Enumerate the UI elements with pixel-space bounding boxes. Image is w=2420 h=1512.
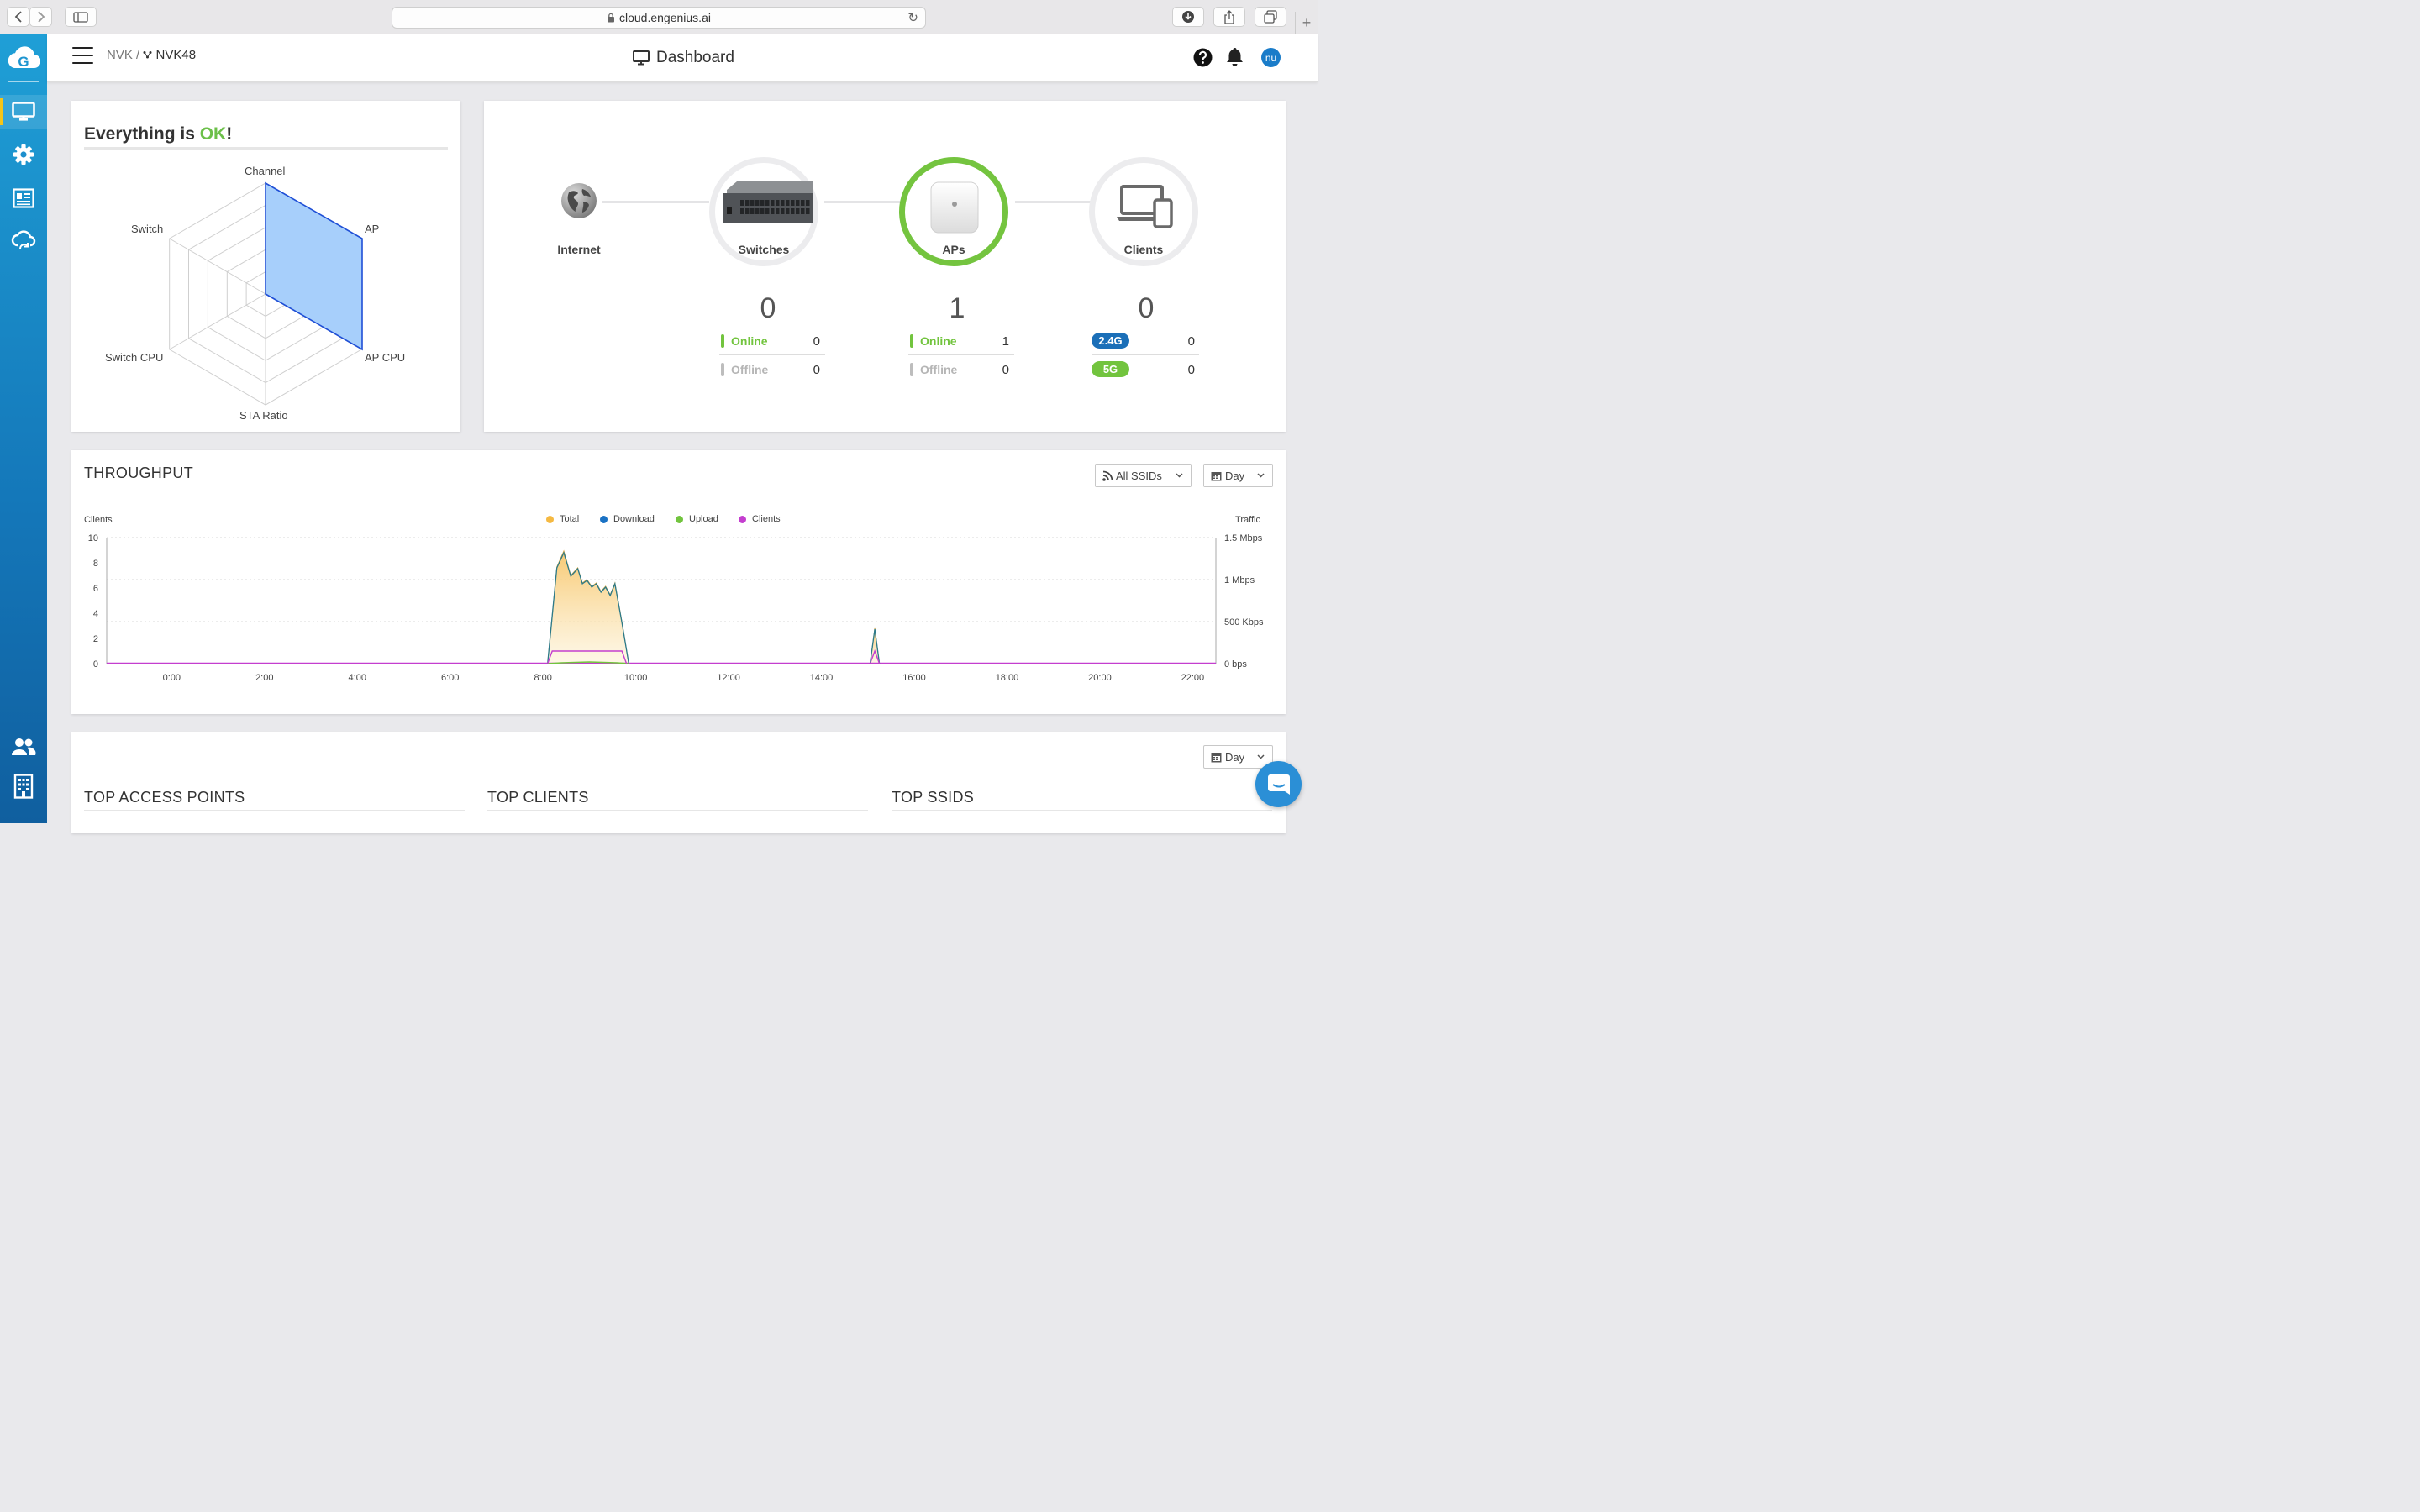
- legend-dot-upload: [676, 515, 683, 523]
- right-axis-title: Traffic: [1235, 515, 1260, 525]
- x-axis-tick-label: 10:00: [624, 673, 648, 683]
- right-axis-tick-label: 1.5 Mbps: [1224, 533, 1263, 543]
- chat-icon: [1267, 774, 1290, 795]
- x-axis-tick-label: 12:00: [717, 673, 740, 683]
- legend-dot-download: [600, 515, 608, 523]
- x-axis-tick-label: 2:00: [255, 673, 273, 683]
- x-axis-tick-label: 20:00: [1088, 673, 1112, 683]
- section-divider: [84, 810, 465, 811]
- legend-item-upload[interactable]: Upload: [676, 514, 718, 524]
- chat-support-button[interactable]: [1255, 761, 1302, 807]
- chevron-down-icon: [1257, 754, 1265, 759]
- x-axis-tick-label: 6:00: [441, 673, 459, 683]
- top-ssids-title: TOP SSIDS: [892, 789, 975, 806]
- section-divider: [892, 810, 1272, 811]
- legend-label-clients: Clients: [752, 514, 781, 524]
- sidebar-item-organization[interactable]: [0, 769, 47, 803]
- left-axis-tick-label: 4: [93, 609, 98, 619]
- left-axis-tick-label: 10: [88, 533, 98, 543]
- legend-item-download[interactable]: Download: [600, 514, 655, 524]
- legend-label-upload: Upload: [689, 514, 718, 524]
- left-axis-tick-label: 2: [93, 634, 98, 644]
- top-access-points-title: TOP ACCESS POINTS: [84, 789, 245, 806]
- left-axis-title: Clients: [84, 515, 113, 525]
- building-icon: [13, 774, 34, 799]
- left-axis-tick-label: 0: [93, 659, 98, 669]
- right-axis-tick-label: 500 Kbps: [1224, 617, 1264, 627]
- legend-item-total[interactable]: Total: [546, 514, 579, 524]
- top-lists-range-dropdown[interactable]: Day: [1203, 745, 1273, 769]
- top-clients-title: TOP CLIENTS: [487, 789, 589, 806]
- legend-dot-total: [546, 515, 554, 523]
- top-lists-range-value: Day: [1225, 750, 1245, 764]
- x-axis-tick-label: 8:00: [534, 673, 551, 683]
- x-axis-tick-label: 16:00: [902, 673, 926, 683]
- legend-label-download: Download: [613, 514, 655, 524]
- throughput-chart: 10 8 6 4 2 0 1.5 Mbps 1 Mbps 500 Kbps 0 bps 0:00 2:…: [84, 515, 1264, 683]
- total-area-morning: [547, 551, 629, 664]
- section-divider: [487, 810, 868, 811]
- legend-dot-clients: [739, 515, 746, 523]
- legend-label-total: Total: [560, 514, 580, 524]
- left-axis-tick-label: 8: [93, 559, 98, 569]
- x-axis-tick-label: 4:00: [349, 673, 366, 683]
- users-icon: [12, 738, 36, 755]
- x-axis-tick-label: 14:00: [810, 673, 834, 683]
- right-axis-tick-label: 0 bps: [1224, 659, 1247, 669]
- legend-item-clients[interactable]: Clients: [739, 514, 781, 524]
- sidebar-item-users[interactable]: [0, 730, 47, 764]
- calendar-icon: [1211, 753, 1222, 762]
- x-axis-tick-label: 18:00: [996, 673, 1019, 683]
- left-axis-tick-label: 6: [93, 584, 98, 594]
- x-axis-tick-label: 0:00: [163, 673, 181, 683]
- right-axis-tick-label: 1 Mbps: [1224, 575, 1255, 585]
- x-axis-tick-label: 22:00: [1181, 673, 1205, 683]
- top-lists-card: Day TOP ACCESS POINTS TOP CLIENTS TOP SS…: [71, 732, 1286, 833]
